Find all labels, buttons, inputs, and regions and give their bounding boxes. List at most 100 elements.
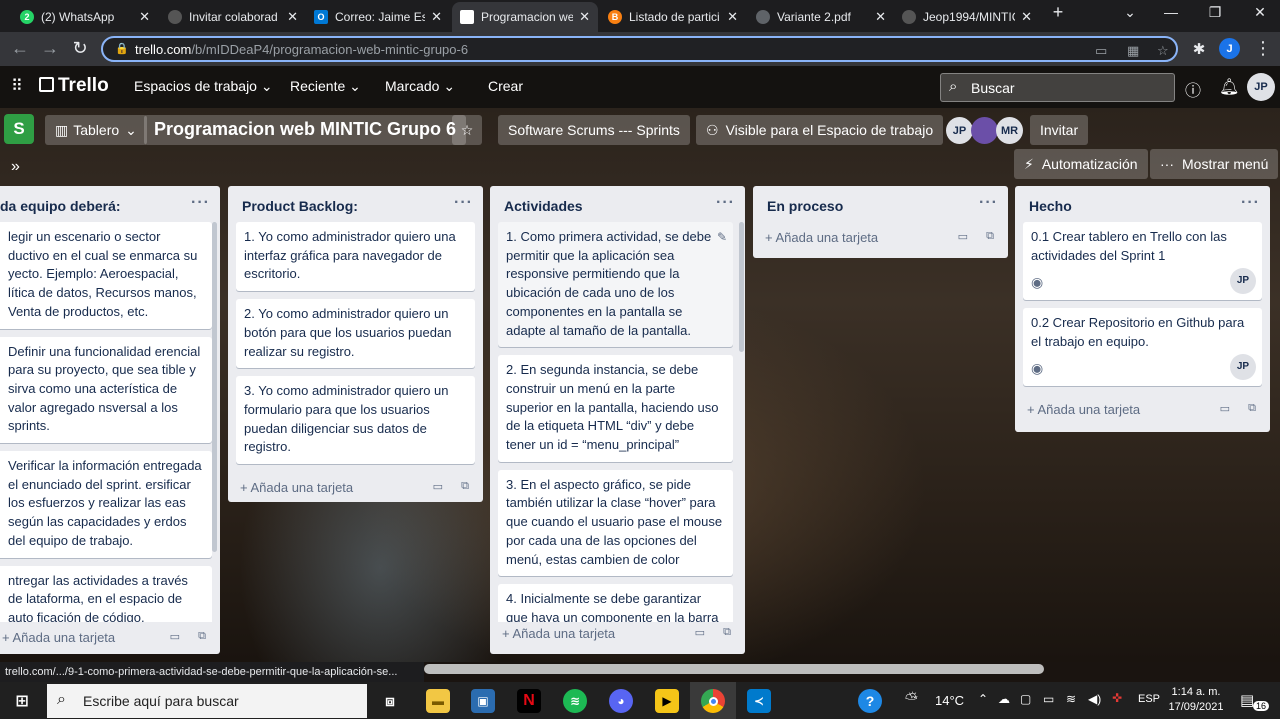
store-icon[interactable]: ▣	[471, 689, 495, 713]
apps-grid-icon[interactable]: ⠿	[11, 76, 23, 96]
tab-pdf[interactable]: Variante 2.pdf ✕	[748, 2, 894, 32]
close-tab-icon[interactable]: ✕	[727, 9, 738, 25]
copy-icon[interactable]: ⧉	[198, 630, 206, 643]
url-input[interactable]: 🔒 trello.com/b/mIDDeaP4/programacion-web…	[101, 36, 1178, 62]
qr-icon[interactable]: ▦	[1127, 43, 1139, 59]
new-tab-button[interactable]: +	[1043, 2, 1073, 23]
language-indicator[interactable]: ESP	[1138, 693, 1160, 705]
clock[interactable]: 1:14 a. m. 17/09/2021	[1166, 685, 1226, 715]
user-avatar[interactable]: JP	[1247, 73, 1275, 101]
add-card-button[interactable]: + Añada una tarjeta ▭ ⧉	[753, 222, 1008, 254]
template-icon[interactable]: ▭	[958, 230, 968, 243]
volume-icon[interactable]: ◀)	[1088, 692, 1101, 706]
antivirus-icon[interactable]: ✜	[1112, 691, 1122, 705]
tab-github-invite[interactable]: Invitar colaborad ✕	[160, 2, 306, 32]
close-tab-icon[interactable]: ✕	[875, 9, 886, 25]
close-tab-icon[interactable]: ✕	[287, 9, 298, 25]
tray-overflow-icon[interactable]: ⌃	[978, 692, 988, 706]
minimize-button[interactable]: —	[1156, 4, 1186, 20]
workspace-button[interactable]: Software Scrums --- Sprints	[498, 115, 690, 145]
nav-workspaces[interactable]: Espacios de trabajo ⌄	[134, 78, 273, 95]
close-tab-icon[interactable]: ✕	[139, 9, 150, 25]
invite-button[interactable]: Invitar	[1030, 115, 1089, 145]
list-header[interactable]: da equipo deberá: ···	[0, 186, 220, 222]
restore-button[interactable]: ❐	[1200, 4, 1230, 21]
list-menu-icon[interactable]: ···	[979, 194, 998, 212]
list-header[interactable]: En proceso ···	[753, 186, 1008, 222]
card[interactable]: 3. Yo como administrador quiero un formu…	[236, 376, 475, 465]
workspace-badge[interactable]: S	[4, 114, 34, 144]
show-menu-button[interactable]: ··· Mostrar menú	[1150, 149, 1279, 179]
copy-icon[interactable]: ⧉	[723, 626, 731, 639]
list-header[interactable]: Product Backlog: ···	[228, 186, 483, 222]
close-tab-icon[interactable]: ✕	[1021, 9, 1032, 25]
close-tab-icon[interactable]: ✕	[431, 9, 442, 25]
add-card-button[interactable]: + Añada una tarjeta ▭ ⧉	[0, 622, 220, 654]
member-avatar-jp[interactable]: JP	[946, 117, 973, 144]
edit-pencil-icon[interactable]: ✎	[717, 228, 727, 247]
copy-icon[interactable]: ⧉	[986, 230, 994, 243]
visibility-button[interactable]: ⚇ Visible para el Espacio de trabajo	[696, 115, 944, 145]
list-header[interactable]: Actividades ···	[490, 186, 745, 222]
card[interactable]: 1. Yo como administrador quiero una inte…	[236, 222, 475, 292]
task-view-icon[interactable]: ⧈	[378, 689, 402, 713]
back-icon[interactable]: ←	[10, 38, 30, 59]
search-input[interactable]: ⌕ Buscar	[940, 73, 1175, 102]
member-avatar-mr[interactable]: MR	[996, 117, 1023, 144]
nav-starred[interactable]: Marcado ⌄	[385, 78, 455, 95]
board-view-switcher[interactable]: ▥ Tablero ⌄	[45, 115, 147, 145]
board-horizontal-scrollbar[interactable]	[424, 664, 1044, 674]
list-scrollbar[interactable]	[212, 222, 217, 552]
onedrive-icon[interactable]: ☁	[998, 692, 1010, 706]
media-player-icon[interactable]: ▶	[655, 689, 679, 713]
network-icon[interactable]: ▭	[1043, 692, 1054, 706]
card-member-avatar[interactable]: JP	[1230, 354, 1256, 380]
close-tab-icon[interactable]: ✕	[579, 9, 590, 25]
tab-moodle[interactable]: B Listado de partici ✕	[600, 2, 746, 32]
card[interactable]: 0.1 Crear tablero en Trello con las acti…	[1023, 222, 1262, 300]
card-member-avatar[interactable]: JP	[1230, 268, 1256, 294]
windows-start-icon[interactable]: ⊞	[10, 689, 34, 713]
forward-icon[interactable]: →	[40, 38, 60, 59]
card-hovered[interactable]: 1. Como primera actividad, se debe permi…	[498, 222, 733, 348]
tab-search-icon[interactable]: ⌄	[1115, 4, 1145, 21]
template-icon[interactable]: ▭	[170, 630, 180, 643]
card[interactable]: 4. Inicialmente se debe garantizar que h…	[498, 584, 733, 622]
bookmark-star-icon[interactable]: ☆	[1157, 43, 1169, 59]
file-explorer-icon[interactable]: ▬	[426, 689, 450, 713]
list-menu-icon[interactable]: ···	[454, 194, 473, 212]
member-avatar-photo[interactable]	[971, 117, 998, 144]
vscode-icon[interactable]: ≺	[747, 689, 771, 713]
card[interactable]: 2. Yo como administrador quiero un botón…	[236, 299, 475, 369]
trello-logo[interactable]: Trello	[39, 75, 109, 97]
card[interactable]: 0.2 Crear Repositorio en Github para el …	[1023, 308, 1262, 386]
weather-icon[interactable]: ⛅︎	[905, 691, 918, 709]
nav-create[interactable]: Crear	[488, 78, 523, 94]
browser-menu-icon[interactable]: ⋮	[1253, 38, 1273, 59]
tab-outlook[interactable]: O Correo: Jaime Est ✕	[306, 2, 450, 32]
add-card-button[interactable]: + Añada una tarjeta ▭ ⧉	[228, 472, 483, 502]
tab-github-repo[interactable]: Jeop1994/MINTIC ✕	[894, 2, 1040, 32]
info-icon[interactable]: ⓘ	[1185, 77, 1201, 101]
card[interactable]: Definir una funcionalidad erencial para …	[0, 336, 212, 444]
card[interactable]: 3. En el aspecto gráfico, se pide tambié…	[498, 469, 733, 577]
template-icon[interactable]: ▭	[1220, 402, 1230, 415]
bell-icon[interactable]: 🔔︎	[1219, 77, 1239, 97]
tab-trello-active[interactable]: Programacion we ✕	[452, 2, 598, 32]
card[interactable]: 2. En segunda instancia, se debe constru…	[498, 355, 733, 462]
chrome-icon[interactable]	[701, 689, 725, 713]
extensions-icon[interactable]: ✱	[1189, 40, 1209, 58]
list-header[interactable]: Hecho ···	[1015, 186, 1270, 222]
help-icon[interactable]: ?	[858, 689, 882, 713]
list-scrollbar[interactable]	[739, 222, 744, 352]
list-menu-icon[interactable]: ···	[1241, 194, 1260, 212]
spotify-icon[interactable]: ≋	[563, 689, 587, 713]
add-card-button[interactable]: + Añada una tarjeta ▭ ⧉	[1015, 394, 1270, 426]
template-icon[interactable]: ▭	[433, 480, 443, 493]
copy-icon[interactable]: ⧉	[1248, 402, 1256, 415]
board-title[interactable]: Programacion web MINTIC Grupo 6	[144, 115, 467, 145]
automation-button[interactable]: ⚡︎ Automatización	[1014, 149, 1148, 179]
wifi-icon[interactable]: ≋	[1066, 692, 1076, 706]
copy-icon[interactable]: ⧉	[461, 480, 469, 493]
tray-app-icon[interactable]: ▢	[1020, 692, 1031, 706]
